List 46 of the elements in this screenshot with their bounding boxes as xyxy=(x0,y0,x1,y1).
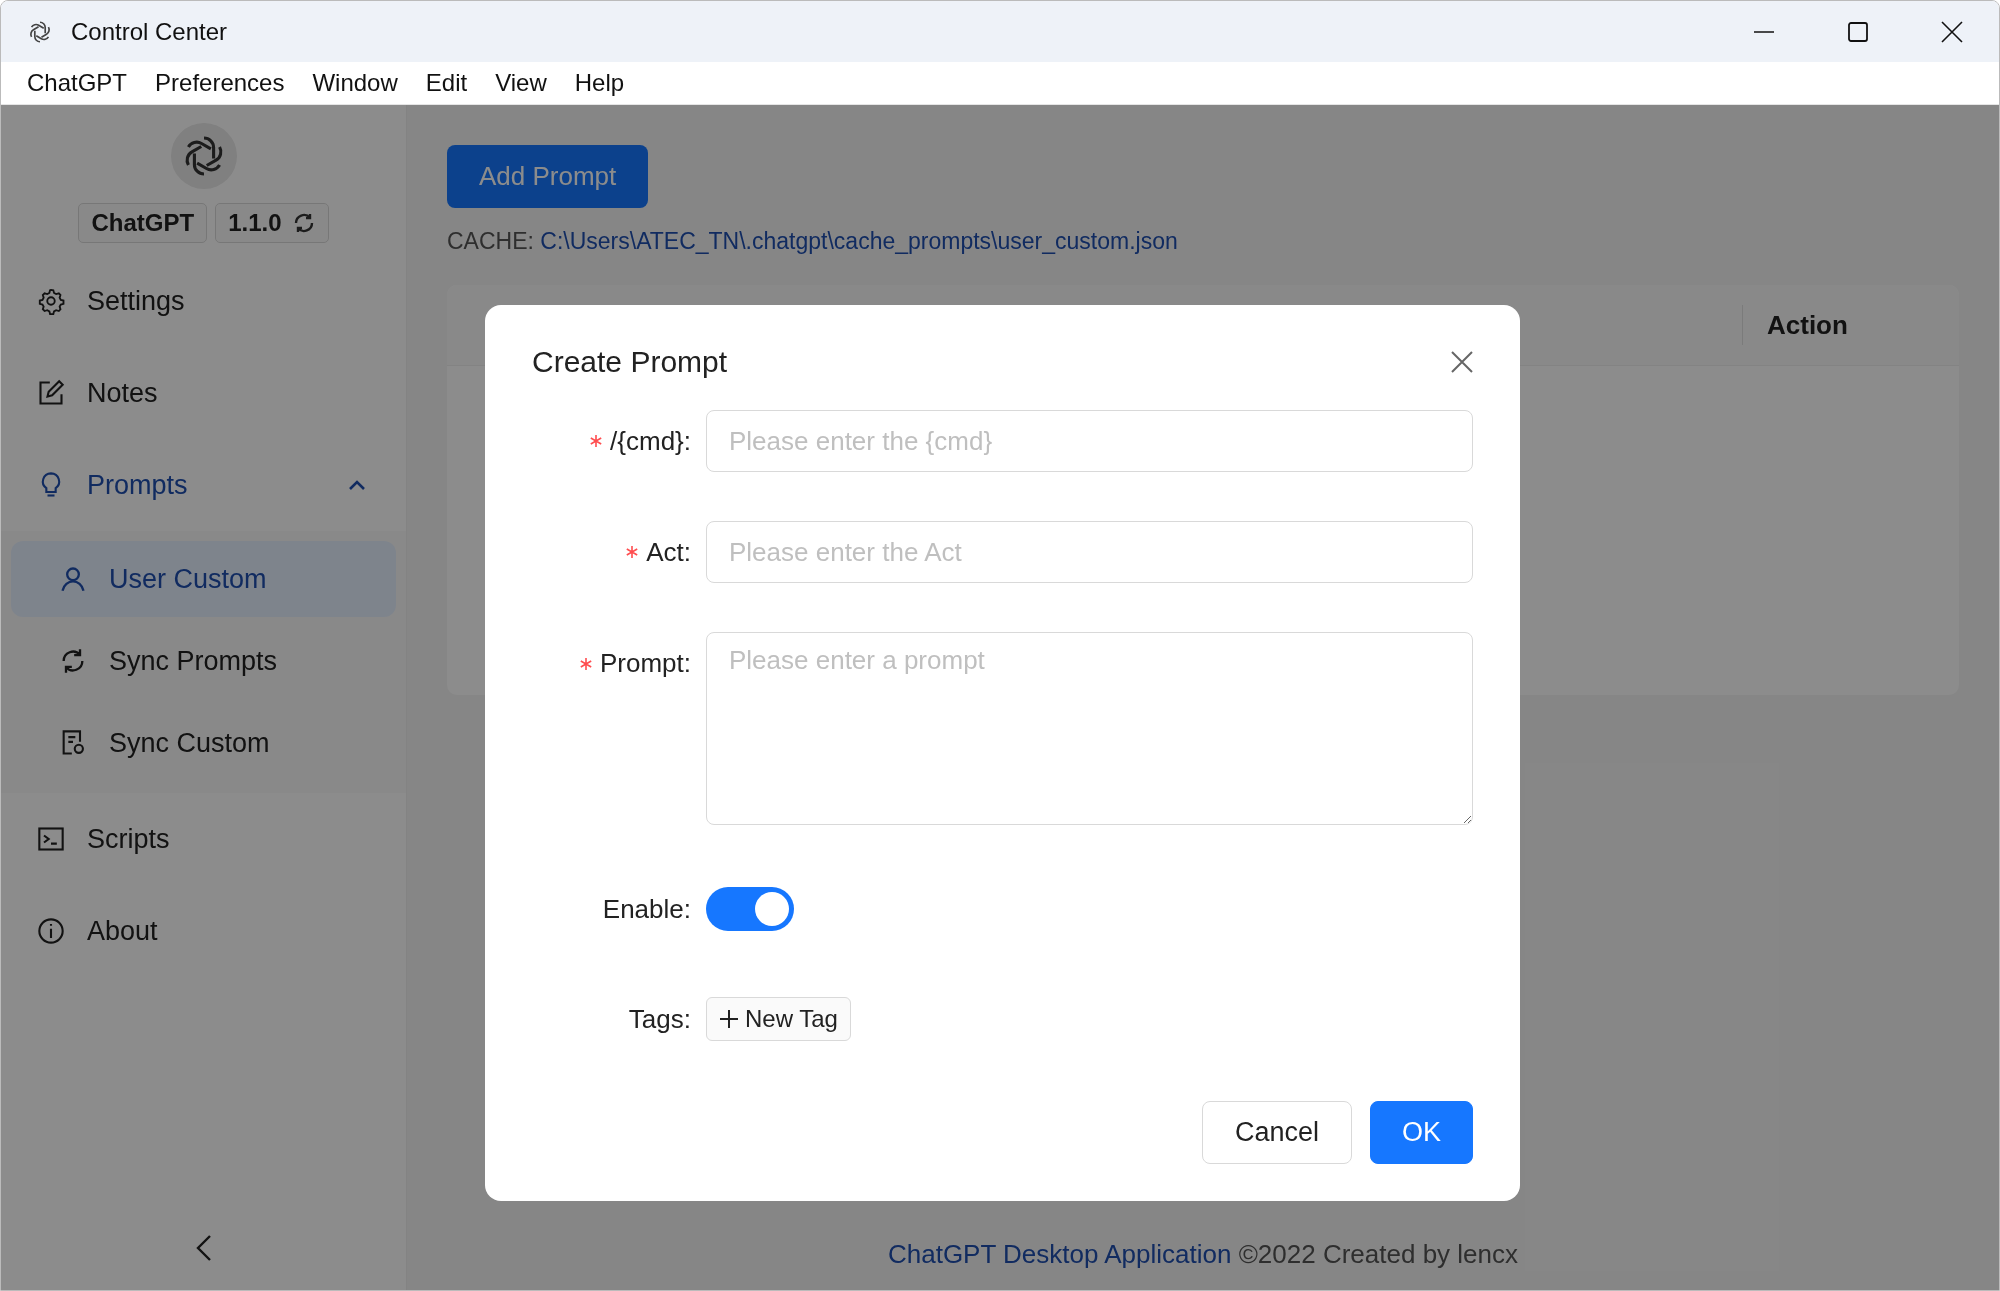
collapse-chevron-icon[interactable] xyxy=(194,1234,213,1262)
sidebar-item[interactable]: Sync Prompts xyxy=(11,623,396,699)
menu-item[interactable]: Help xyxy=(560,69,639,97)
settings-icon xyxy=(37,287,65,315)
enable-switch[interactable] xyxy=(706,887,794,931)
sidebar-item[interactable]: Settings xyxy=(13,263,394,339)
sidebar-item[interactable]: Prompts xyxy=(13,447,394,523)
footer-link[interactable]: ChatGPT Desktop Application xyxy=(887,1239,1232,1269)
cancel-button[interactable]: Cancel xyxy=(1201,1101,1352,1164)
field-label: Enable: xyxy=(602,893,691,925)
prompt-textarea[interactable]: Please enter a prompt xyxy=(706,632,1473,825)
add-prompt-button[interactable]: Add Prompt xyxy=(447,145,649,208)
menu-item[interactable]: ChatGPT xyxy=(13,69,142,97)
app-name-badge: ChatGPT xyxy=(78,203,208,243)
sidebar-item[interactable]: User Custom xyxy=(11,541,396,617)
sidebar-item[interactable]: About xyxy=(13,893,394,969)
terminal-icon xyxy=(37,825,65,853)
user-icon xyxy=(59,565,87,593)
cache-label: CACHE: xyxy=(447,228,534,254)
maximize-icon[interactable] xyxy=(1847,20,1869,43)
input-field[interactable]: Please enter the Act xyxy=(706,521,1473,583)
field-label: Prompt: xyxy=(599,648,691,679)
field-label: Tags: xyxy=(628,1003,691,1035)
footer-text: ©2022 Created by lencx xyxy=(1238,1239,1518,1269)
menu-item[interactable]: Edit xyxy=(411,69,482,97)
version-badge[interactable]: 1.1.0 xyxy=(215,203,329,243)
sidebar-item[interactable]: Scripts xyxy=(13,801,394,877)
window-title: Control Center xyxy=(71,17,228,46)
sidebar-item[interactable]: Sync Custom xyxy=(11,705,396,781)
menu-item[interactable]: Preferences xyxy=(141,69,299,97)
info-icon xyxy=(37,917,65,945)
input-field[interactable]: Please enter the {cmd} xyxy=(706,410,1473,472)
edit-icon xyxy=(37,379,65,407)
sidebar-item[interactable]: Notes xyxy=(13,355,394,431)
column-header: Action xyxy=(1766,309,1849,341)
close-icon[interactable] xyxy=(1941,20,1963,43)
dialog-title: Create Prompt xyxy=(532,345,728,379)
field-label: Act: xyxy=(646,536,691,568)
new-tag-button[interactable]: New Tag xyxy=(706,997,851,1041)
plus-icon xyxy=(719,1009,739,1029)
cache-path-link[interactable]: C:\Users\ATEC_TN\.chatgpt\cache_prompts\user_custom.json xyxy=(540,228,1178,254)
field-label: /{cmd}: xyxy=(610,425,691,457)
menu-item[interactable]: Window xyxy=(298,69,412,97)
menu-item[interactable]: View xyxy=(481,69,561,97)
ok-button[interactable]: OK xyxy=(1370,1101,1473,1164)
app-logo-icon xyxy=(27,18,53,45)
